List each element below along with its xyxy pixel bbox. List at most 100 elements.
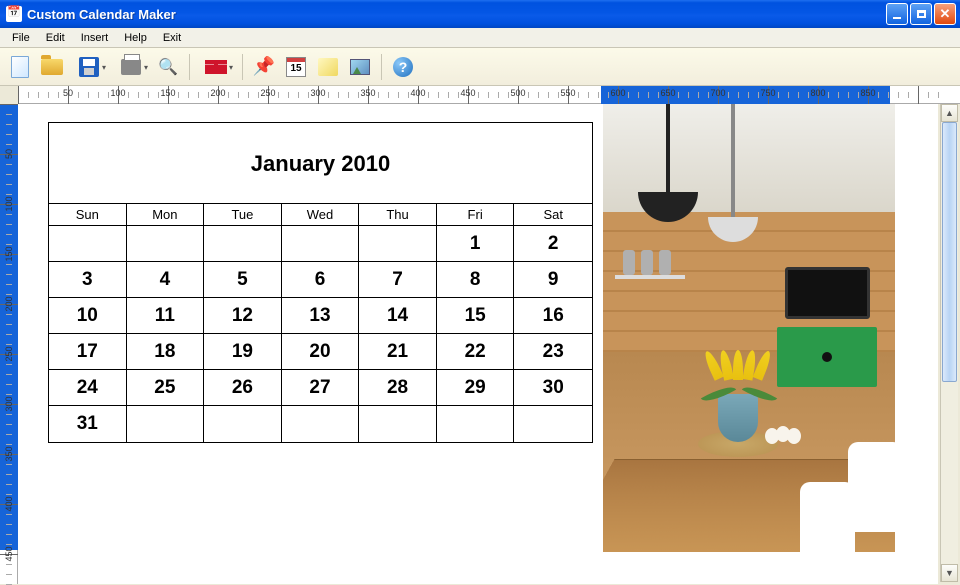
image-button[interactable] [346,53,374,81]
toolbar: 🔍 📌 15 ? [0,48,960,86]
maximize-button[interactable] [910,3,932,25]
scroll-down-button[interactable]: ▼ [941,564,958,582]
calendar-cell[interactable]: 11 [127,298,205,334]
calendar-cell[interactable]: 13 [282,298,360,334]
calendar-cell[interactable] [49,226,127,262]
title-bar: Custom Calendar Maker [0,0,960,28]
calendar-cell[interactable] [127,406,205,442]
ruler-label: 800 [810,88,825,98]
menu-edit[interactable]: Edit [38,30,73,46]
pin-icon: 📌 [253,56,275,77]
canvas[interactable]: January 2010 SunMonTueWedThuFriSat123456… [18,104,938,584]
calendar-cell[interactable] [204,406,282,442]
ruler-label: 350 [4,445,14,463]
calendar-cell[interactable]: 16 [514,298,592,334]
print-icon [121,59,141,75]
calendar-cell[interactable]: 29 [437,370,515,406]
calendar-cell[interactable]: 1 [437,226,515,262]
calendar-cell[interactable] [127,226,205,262]
photo-object[interactable] [603,104,895,552]
ruler-label: 150 [4,245,14,263]
calendar-object[interactable]: January 2010 SunMonTueWedThuFriSat123456… [48,122,593,443]
scroll-up-button[interactable]: ▲ [941,104,958,122]
calendar-cell[interactable]: 5 [204,262,282,298]
ruler-label: 50 [63,88,73,98]
calendar-cell[interactable]: 23 [514,334,592,370]
calendar-cell[interactable]: 18 [127,334,205,370]
photo-tulips [703,350,775,400]
calendar-cell[interactable]: 2 [514,226,592,262]
close-button[interactable] [934,3,956,25]
save-button[interactable] [70,53,108,81]
horizontal-ruler[interactable]: 5010015020025030035040045050055060065070… [18,86,960,104]
calendar-cell[interactable]: 6 [282,262,360,298]
open-button[interactable] [38,53,66,81]
ruler-label: 150 [160,88,175,98]
ruler-label: 250 [260,88,275,98]
calendar-cell[interactable]: 8 [437,262,515,298]
calendar-button[interactable]: 15 [282,53,310,81]
scroll-track[interactable] [941,122,958,564]
note-button[interactable] [314,53,342,81]
calendar-cell[interactable]: 7 [359,262,437,298]
vertical-scrollbar[interactable]: ▲ ▼ [940,104,958,582]
calendar-cell[interactable] [437,406,515,442]
photo-tv [785,267,870,319]
ruler-label: 700 [710,88,725,98]
scroll-thumb[interactable] [942,122,957,382]
calendar-cell[interactable]: 4 [127,262,205,298]
ruler-label: 50 [4,145,14,163]
calendar-cell[interactable]: 27 [282,370,360,406]
calendar-cell[interactable]: 20 [282,334,360,370]
menu-exit[interactable]: Exit [155,30,189,46]
calendar-cell[interactable]: 31 [49,406,127,442]
calendar-cell[interactable] [514,406,592,442]
calendar-cell[interactable]: 17 [49,334,127,370]
calendar-cell[interactable]: 9 [514,262,592,298]
vertical-ruler[interactable]: 50100150200250300350400450 [0,104,18,584]
calendar-cell[interactable] [282,406,360,442]
help-button[interactable]: ? [389,53,417,81]
calendar-cell[interactable]: 28 [359,370,437,406]
ruler-label: 400 [410,88,425,98]
calendar-cell[interactable]: 15 [437,298,515,334]
toolbar-separator [381,54,382,80]
calendar-cell[interactable]: 19 [204,334,282,370]
calendar-cell[interactable] [282,226,360,262]
ruler-label: 200 [4,295,14,313]
ruler-label: 650 [660,88,675,98]
ruler-label: 250 [4,345,14,363]
calendar-cell[interactable]: 12 [204,298,282,334]
menu-file[interactable]: File [4,30,38,46]
calendar-day-header: Wed [282,204,360,226]
calendar-day-header: Sun [49,204,127,226]
calendar-cell[interactable]: 25 [127,370,205,406]
calendar-day-header: Fri [437,204,515,226]
menu-insert[interactable]: Insert [73,30,117,46]
calendar-cell[interactable] [359,226,437,262]
magnifier-icon: 🔍 [158,57,178,77]
calendar-cell[interactable]: 30 [514,370,592,406]
calendar-cell[interactable] [204,226,282,262]
calendar-cell[interactable]: 22 [437,334,515,370]
menu-help[interactable]: Help [116,30,155,46]
language-button[interactable] [197,53,235,81]
calendar-cell[interactable]: 3 [49,262,127,298]
calendar-cell[interactable] [359,406,437,442]
ruler-label: 350 [360,88,375,98]
photo-eggs [765,428,801,444]
calendar-cell[interactable]: 24 [49,370,127,406]
zoom-button[interactable]: 🔍 [154,53,182,81]
ruler-label: 300 [310,88,325,98]
window-title: Custom Calendar Maker [27,7,176,22]
new-button[interactable] [6,53,34,81]
minimize-button[interactable] [886,3,908,25]
app-icon [6,6,22,22]
calendar-cell[interactable]: 26 [204,370,282,406]
calendar-cell[interactable]: 21 [359,334,437,370]
calendar-cell[interactable]: 10 [49,298,127,334]
calendar-cell[interactable]: 14 [359,298,437,334]
print-button[interactable] [112,53,150,81]
help-icon: ? [393,57,413,77]
pin-button[interactable]: 📌 [250,53,278,81]
